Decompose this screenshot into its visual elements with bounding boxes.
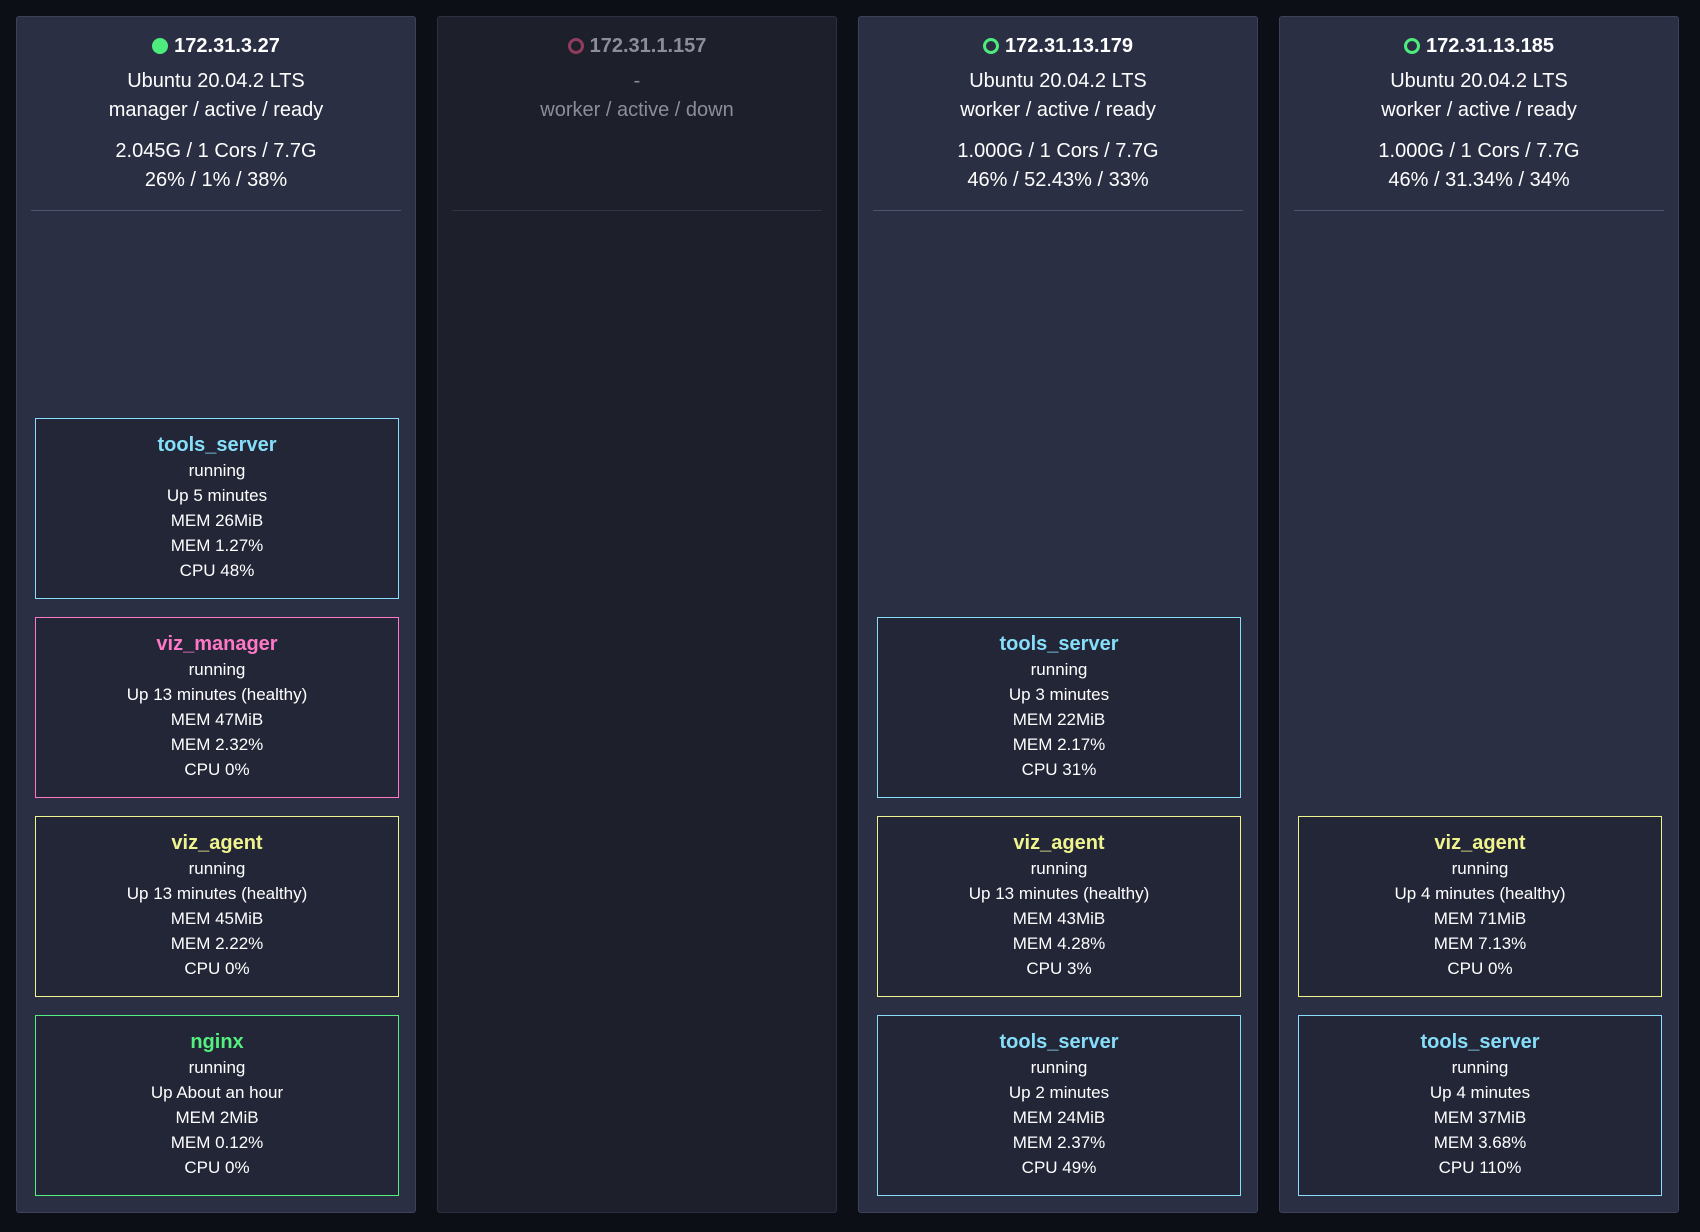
ring-circle-icon bbox=[983, 38, 1000, 54]
node-ip: 172.31.13.179 bbox=[1005, 35, 1133, 57]
node-resources: 2.045G / 1 Cors / 7.7G bbox=[115, 140, 317, 162]
task-uptime: Up 13 minutes (healthy) bbox=[126, 685, 308, 704]
node-role-status: worker / active / ready bbox=[1381, 99, 1577, 121]
task-card-viz-agent[interactable]: viz_agent running Up 13 minutes (healthy… bbox=[877, 816, 1241, 997]
task-card-viz-agent[interactable]: viz_agent running Up 13 minutes (healthy… bbox=[35, 816, 399, 997]
task-name: nginx bbox=[190, 1031, 244, 1053]
node-header: 172.31.1.157 - worker / active / down bbox=[452, 17, 822, 211]
task-mem: MEM 71MiB bbox=[1433, 909, 1527, 928]
task-card-tools-server[interactable]: tools_server running Up 4 minutes MEM 37… bbox=[1298, 1015, 1662, 1196]
task-state: running bbox=[188, 1058, 246, 1077]
node-usage: 26% / 1% / 38% bbox=[144, 169, 288, 191]
task-mem-pct: MEM 3.68% bbox=[1433, 1133, 1527, 1152]
task-card-nginx[interactable]: nginx running Up About an hour MEM 2MiB … bbox=[35, 1015, 399, 1196]
node-os: Ubuntu 20.04.2 LTS bbox=[969, 70, 1147, 92]
node-os: Ubuntu 20.04.2 LTS bbox=[1390, 70, 1568, 92]
task-uptime: Up About an hour bbox=[150, 1083, 284, 1102]
task-mem-pct: MEM 2.32% bbox=[170, 735, 264, 754]
task-state: running bbox=[188, 461, 246, 480]
task-card-tools-server[interactable]: tools_server running Up 3 minutes MEM 22… bbox=[877, 617, 1241, 798]
task-card-tools-server[interactable]: tools_server running Up 2 minutes MEM 24… bbox=[877, 1015, 1241, 1196]
node-os: Ubuntu 20.04.2 LTS bbox=[127, 70, 305, 92]
task-name: tools_server bbox=[1420, 1031, 1540, 1053]
node-ip-line: 172.31.1.157 bbox=[452, 33, 822, 59]
task-uptime: Up 2 minutes bbox=[1008, 1083, 1110, 1102]
task-mem: MEM 37MiB bbox=[1433, 1108, 1527, 1127]
node-ip-line: 172.31.13.179 bbox=[873, 33, 1243, 59]
task-mem-pct: MEM 0.12% bbox=[170, 1133, 264, 1152]
task-card-viz-manager[interactable]: viz_manager running Up 13 minutes (healt… bbox=[35, 617, 399, 798]
task-card-viz-agent[interactable]: viz_agent running Up 4 minutes (healthy)… bbox=[1298, 816, 1662, 997]
task-mem: MEM 22MiB bbox=[1012, 710, 1106, 729]
task-uptime: Up 5 minutes bbox=[166, 486, 268, 505]
task-cpu: CPU 31% bbox=[1021, 760, 1097, 779]
task-state: running bbox=[188, 660, 246, 679]
filled-circle-icon bbox=[152, 38, 169, 54]
task-state: running bbox=[1451, 859, 1509, 878]
task-mem-pct: MEM 2.22% bbox=[170, 934, 264, 953]
node-card[interactable]: 172.31.13.179 Ubuntu 20.04.2 LTS worker … bbox=[858, 16, 1258, 1213]
node-card[interactable]: 172.31.13.185 Ubuntu 20.04.2 LTS worker … bbox=[1279, 16, 1679, 1213]
node-card[interactable]: 172.31.3.27 Ubuntu 20.04.2 LTS manager /… bbox=[16, 16, 416, 1213]
task-name: tools_server bbox=[999, 633, 1119, 655]
node-usage: 46% / 52.43% / 33% bbox=[967, 169, 1149, 191]
node-usage: 46% / 31.34% / 34% bbox=[1388, 169, 1570, 191]
task-uptime: Up 3 minutes bbox=[1008, 685, 1110, 704]
node-ip-line: 172.31.3.27 bbox=[31, 33, 401, 59]
node-ip-line: 172.31.13.185 bbox=[1294, 33, 1664, 59]
task-state: running bbox=[1030, 1058, 1088, 1077]
task-name: viz_agent bbox=[1434, 832, 1526, 854]
task-cpu: CPU 49% bbox=[1021, 1158, 1097, 1177]
task-mem-pct: MEM 2.17% bbox=[1012, 735, 1106, 754]
node-resources: 1.000G / 1 Cors / 7.7G bbox=[957, 140, 1159, 162]
node-header: 172.31.3.27 Ubuntu 20.04.2 LTS manager /… bbox=[31, 17, 401, 211]
task-name: tools_server bbox=[157, 434, 277, 456]
task-mem: MEM 24MiB bbox=[1012, 1108, 1106, 1127]
task-name: tools_server bbox=[999, 1031, 1119, 1053]
task-name: viz_manager bbox=[156, 633, 278, 655]
node-header: 172.31.13.185 Ubuntu 20.04.2 LTS worker … bbox=[1294, 17, 1664, 211]
node-role-status: worker / active / down bbox=[540, 99, 734, 121]
task-cpu: CPU 3% bbox=[1026, 959, 1092, 978]
task-card-tools-server[interactable]: tools_server running Up 5 minutes MEM 26… bbox=[35, 418, 399, 599]
ring-circle-icon bbox=[1404, 38, 1421, 54]
task-mem: MEM 43MiB bbox=[1012, 909, 1106, 928]
node-ip: 172.31.13.185 bbox=[1426, 35, 1554, 57]
task-cpu: CPU 0% bbox=[184, 1158, 250, 1177]
task-state: running bbox=[1451, 1058, 1509, 1077]
task-uptime: Up 4 minutes (healthy) bbox=[1394, 884, 1566, 903]
task-cpu: CPU 0% bbox=[184, 959, 250, 978]
node-role-status: worker / active / ready bbox=[960, 99, 1156, 121]
task-cpu: CPU 110% bbox=[1438, 1158, 1522, 1177]
task-state: running bbox=[188, 859, 246, 878]
task-state: running bbox=[1030, 660, 1088, 679]
task-name: viz_agent bbox=[1013, 832, 1105, 854]
ring-circle-icon bbox=[567, 38, 584, 54]
node-ip: 172.31.3.27 bbox=[174, 35, 280, 57]
task-cpu: CPU 0% bbox=[1447, 959, 1513, 978]
node-os: - bbox=[633, 70, 641, 92]
task-cpu: CPU 48% bbox=[179, 561, 255, 580]
task-state: running bbox=[1030, 859, 1088, 878]
node-resources: 1.000G / 1 Cors / 7.7G bbox=[1378, 140, 1580, 162]
task-uptime: Up 13 minutes (healthy) bbox=[126, 884, 308, 903]
task-uptime: Up 4 minutes bbox=[1429, 1083, 1531, 1102]
node-ip: 172.31.1.157 bbox=[589, 35, 707, 57]
task-mem: MEM 26MiB bbox=[170, 511, 264, 530]
task-mem: MEM 47MiB bbox=[170, 710, 264, 729]
node-card[interactable]: 172.31.1.157 - worker / active / down bbox=[437, 16, 837, 1213]
node-header: 172.31.13.179 Ubuntu 20.04.2 LTS worker … bbox=[873, 17, 1243, 211]
task-name: viz_agent bbox=[171, 832, 263, 854]
task-mem-pct: MEM 1.27% bbox=[170, 536, 264, 555]
task-cpu: CPU 0% bbox=[184, 760, 250, 779]
task-uptime: Up 13 minutes (healthy) bbox=[968, 884, 1150, 903]
node-role-status: manager / active / ready bbox=[108, 99, 324, 121]
task-mem-pct: MEM 7.13% bbox=[1433, 934, 1527, 953]
swarm-visualizer-board: 172.31.3.27 Ubuntu 20.04.2 LTS manager /… bbox=[0, 0, 1700, 1232]
task-mem-pct: MEM 4.28% bbox=[1012, 934, 1106, 953]
task-mem: MEM 45MiB bbox=[170, 909, 264, 928]
task-mem: MEM 2MiB bbox=[175, 1108, 259, 1127]
task-mem-pct: MEM 2.37% bbox=[1012, 1133, 1106, 1152]
